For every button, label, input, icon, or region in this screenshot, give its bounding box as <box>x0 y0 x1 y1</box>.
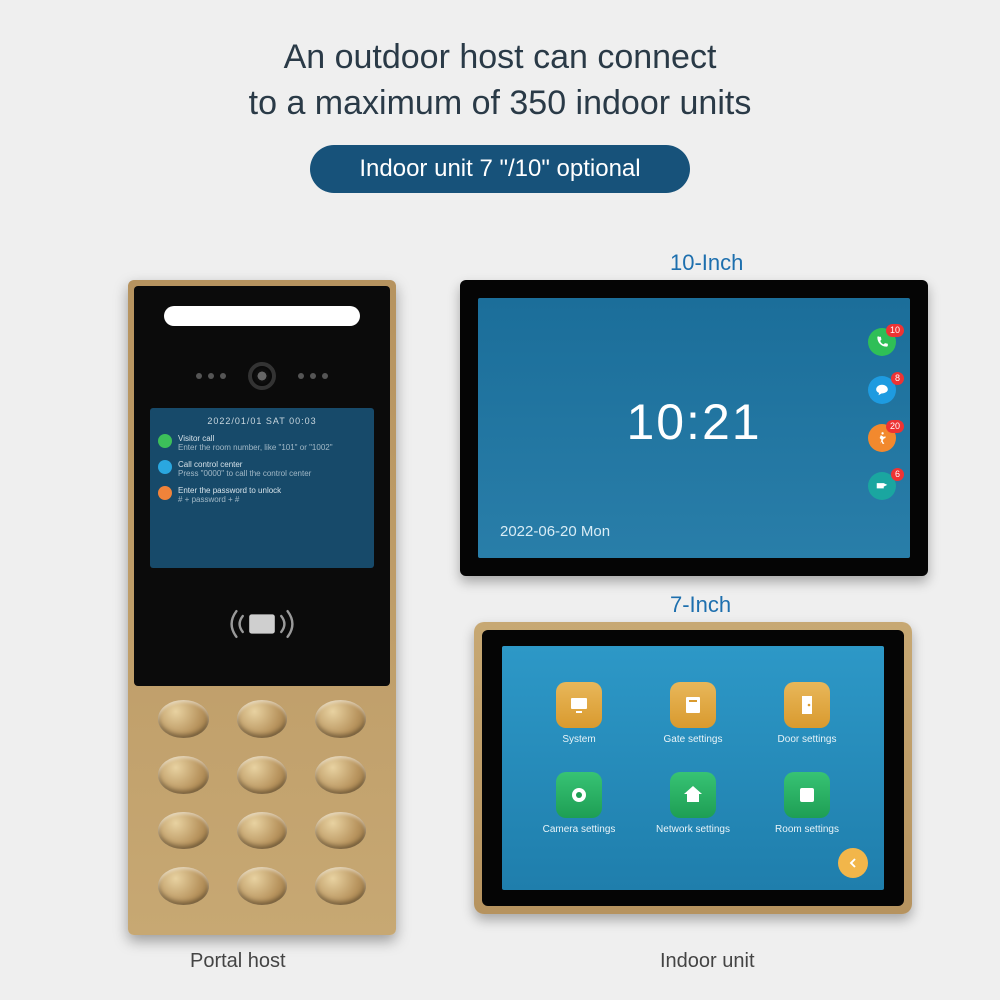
rfid-icon <box>134 598 390 655</box>
back-button[interactable] <box>838 848 868 878</box>
portal-top-panel: 2022/01/01 SAT 00:03 Visitor callEnter t… <box>134 286 390 686</box>
size-pill: Indoor unit 7 "/10" optional <box>310 145 690 193</box>
portal-host-device: 2022/01/01 SAT 00:03 Visitor callEnter t… <box>128 280 396 935</box>
keypad-key[interactable] <box>158 812 209 850</box>
message-icon[interactable]: 8 <box>868 376 896 404</box>
indoor-caption: Indoor unit <box>660 950 755 973</box>
app-system[interactable]: System <box>532 674 626 752</box>
keypad <box>158 700 366 905</box>
keypad-key[interactable] <box>315 867 366 905</box>
motion-icon[interactable]: 20 <box>868 424 896 452</box>
monitor-7inch: System Gate settings Door settings Camer… <box>474 622 912 914</box>
app-gate[interactable]: Gate settings <box>646 674 740 752</box>
keypad-key[interactable] <box>237 812 288 850</box>
monitor-10inch: 10:21 2022-06-20 Mon 10 8 20 6 <box>460 280 928 576</box>
keypad-key[interactable] <box>158 756 209 794</box>
monitor-10inch-screen[interactable]: 10:21 2022-06-20 Mon 10 8 20 6 <box>478 298 910 558</box>
camera-lens <box>248 362 276 390</box>
app-room[interactable]: Room settings <box>760 764 854 842</box>
keypad-key[interactable] <box>237 867 288 905</box>
keypad-key[interactable] <box>158 700 209 738</box>
led-strip <box>164 306 360 326</box>
camera-icon[interactable]: 6 <box>868 472 896 500</box>
label-10inch: 10-Inch <box>670 250 743 276</box>
keypad-key[interactable] <box>315 812 366 850</box>
keypad-key[interactable] <box>237 756 288 794</box>
keypad-key[interactable] <box>315 756 366 794</box>
phone-icon <box>158 434 172 448</box>
headline-line-1: An outdoor host can connect <box>0 35 1000 81</box>
keypad-key[interactable] <box>315 700 366 738</box>
headline: An outdoor host can connect to a maximum… <box>0 0 1000 127</box>
portal-lcd: 2022/01/01 SAT 00:03 Visitor callEnter t… <box>150 408 374 568</box>
label-7inch: 7-Inch <box>670 592 731 618</box>
headline-line-2: to a maximum of 350 indoor units <box>0 81 1000 127</box>
clock-time: 10:21 <box>626 393 761 451</box>
key-icon <box>158 486 172 500</box>
operator-icon <box>158 460 172 474</box>
portal-caption: Portal host <box>190 950 286 973</box>
clock-date: 2022-06-20 Mon <box>500 523 610 540</box>
keypad-key[interactable] <box>158 867 209 905</box>
keypad-key[interactable] <box>237 700 288 738</box>
call-icon[interactable]: 10 <box>868 328 896 356</box>
app-camera[interactable]: Camera settings <box>532 764 626 842</box>
app-door[interactable]: Door settings <box>760 674 854 752</box>
app-network[interactable]: Network settings <box>646 764 740 842</box>
monitor-7inch-screen[interactable]: System Gate settings Door settings Camer… <box>502 646 884 890</box>
camera-row <box>134 358 390 394</box>
portal-lcd-date: 2022/01/01 SAT 00:03 <box>158 416 366 426</box>
